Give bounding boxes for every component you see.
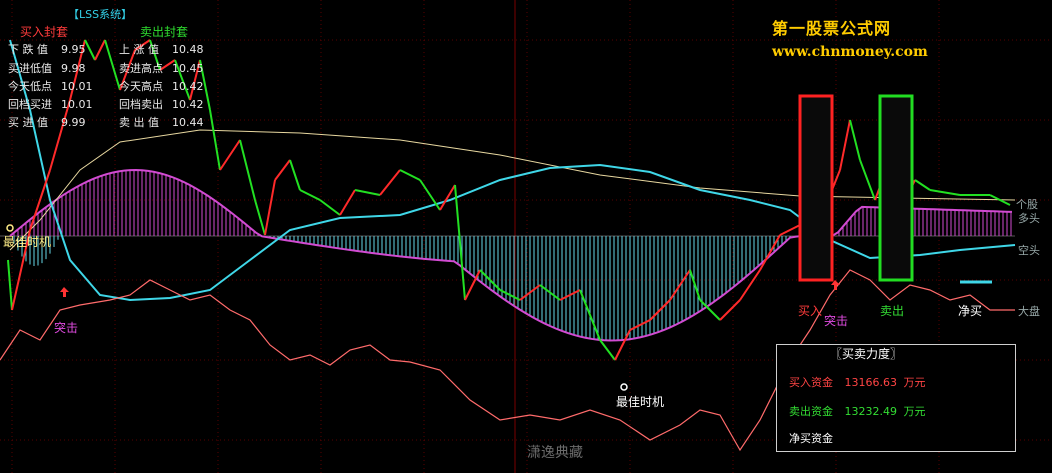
sell-envelope-header: 卖出封套 — [140, 25, 189, 39]
price-down-segment — [929, 189, 961, 196]
price-down-segment — [859, 159, 876, 201]
price-up-segment — [629, 319, 651, 331]
site-name: 第一股票公式网 — [772, 19, 892, 38]
buy-funds-value: 13166.63 — [844, 376, 898, 389]
price-down-segment — [454, 184, 466, 301]
sell-signal-label: 卖出 — [880, 304, 905, 318]
buy-param-label: 买进低值 — [8, 62, 52, 75]
sell-param-value: 10.42 — [172, 80, 204, 93]
price-up-segment — [274, 159, 291, 181]
price-up-segment — [779, 224, 801, 236]
price-down-segment — [289, 159, 301, 191]
price-down-segment — [84, 39, 96, 61]
sell-funds-value: 13232.49 — [844, 405, 898, 418]
site-url: www.chnmoney.com — [772, 44, 928, 60]
price-down-segment — [354, 189, 381, 196]
buy-param-value: 9.99 — [61, 116, 86, 129]
label-duo-tou: 多头 — [1018, 212, 1040, 225]
buy-funds-label: 买入资金 — [789, 376, 833, 389]
price-up-segment — [439, 184, 456, 211]
sell-param-label: 上 涨 值 — [119, 43, 159, 56]
price-down-segment — [254, 199, 266, 236]
best-time-label: 最佳时机 — [3, 235, 52, 249]
up-arrow-marker — [60, 287, 69, 297]
buy-param-label: 回档买进 — [8, 98, 52, 111]
buy-signal-label: 买入 — [798, 304, 823, 318]
buy-param-value: 10.01 — [61, 80, 93, 93]
price-up-segment — [839, 119, 851, 171]
price-up-segment — [219, 139, 241, 171]
sell-funds-row: 卖出资金 13232.49 万元 — [789, 405, 926, 418]
buy-envelope-header: 买入封套 — [20, 25, 69, 39]
sell-param-value: 10.42 — [172, 98, 204, 111]
watermark: 潇逸典藏 — [527, 445, 583, 461]
buy-zone-box — [798, 94, 834, 282]
price-down-segment — [399, 169, 421, 181]
buy-param-label: 下 跌 值 — [8, 43, 48, 56]
sell-param-label: 卖 出 值 — [119, 116, 159, 129]
sell-param-value: 10.45 — [172, 62, 204, 75]
buy-param-value: 10.01 — [61, 98, 93, 111]
buy-param-value: 9.95 — [61, 43, 86, 56]
price-up-segment — [649, 299, 671, 321]
price-up-segment — [379, 169, 401, 196]
yellow-line — [9, 129, 1016, 251]
price-down-segment — [849, 119, 861, 161]
stock-chart-window: { "system_title": "【LSS系统】", "buy_header… — [0, 0, 1052, 473]
net-buy-label: 净买 — [958, 304, 983, 318]
sell-param-label: 今天高点 — [119, 80, 163, 93]
price-up-segment — [94, 39, 106, 61]
label-kong-tou: 空头 — [1018, 244, 1040, 257]
buy-funds-unit: 万元 — [903, 376, 926, 389]
label-ge-gu: 个股 — [1016, 198, 1038, 211]
price-down-segment — [319, 199, 341, 216]
sell-param-value: 10.44 — [172, 116, 204, 129]
sell-param-value: 10.48 — [172, 43, 204, 56]
net-funds-label: 净买资金 — [789, 432, 833, 445]
sell-funds-label: 卖出资金 — [789, 405, 833, 418]
price-down-segment — [7, 259, 13, 311]
sell-funds-unit: 万元 — [903, 405, 926, 418]
price-down-segment — [104, 39, 121, 91]
buy-param-label: 买 进 值 — [8, 116, 48, 129]
buy-param-label: 今天低点 — [8, 80, 52, 93]
sell-param-label: 卖进高点 — [119, 62, 163, 75]
price-up-segment — [339, 189, 356, 216]
attack-label: 突击 — [824, 314, 849, 328]
price-up-segment — [264, 179, 276, 236]
label-da-pan: 大盘 — [1018, 305, 1040, 318]
force-panel-title: 〖买卖力度〗 — [830, 347, 903, 361]
price-down-segment — [299, 189, 321, 201]
price-down-segment — [914, 179, 931, 191]
sell-param-label: 回档卖出 — [119, 98, 163, 111]
best-time-marker — [620, 383, 628, 391]
price-down-segment — [599, 339, 616, 361]
buy-param-value: 9.98 — [61, 62, 86, 75]
buy-funds-row: 买入资金 13166.63 万元 — [789, 376, 926, 389]
price-up-segment — [669, 269, 691, 301]
net-funds-row: 净买资金 — [789, 432, 833, 445]
system-title: 【LSS系统】 — [68, 8, 133, 21]
attack-label: 突击 — [54, 321, 79, 335]
price-down-segment — [239, 139, 256, 201]
price-up-segment — [719, 299, 741, 321]
sell-zone-box — [878, 94, 914, 282]
best-time-label: 最佳时机 — [616, 395, 665, 409]
